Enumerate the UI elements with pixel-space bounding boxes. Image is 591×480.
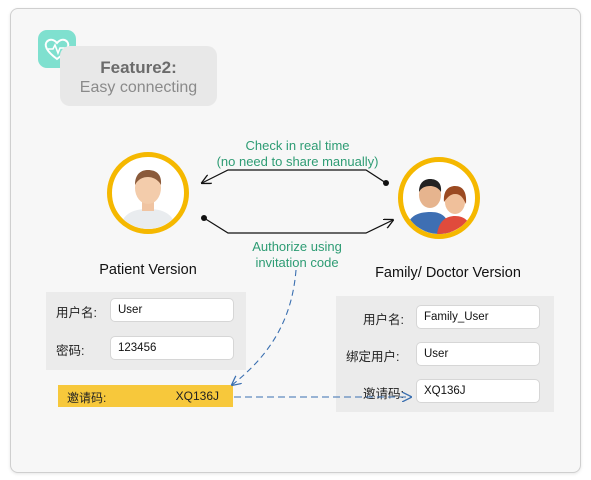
realtime-arrow (202, 169, 389, 186)
connector-overlay (0, 169, 591, 480)
authorize-arrow (201, 215, 393, 234)
dashed-arrow-to-invite-code (232, 269, 297, 385)
